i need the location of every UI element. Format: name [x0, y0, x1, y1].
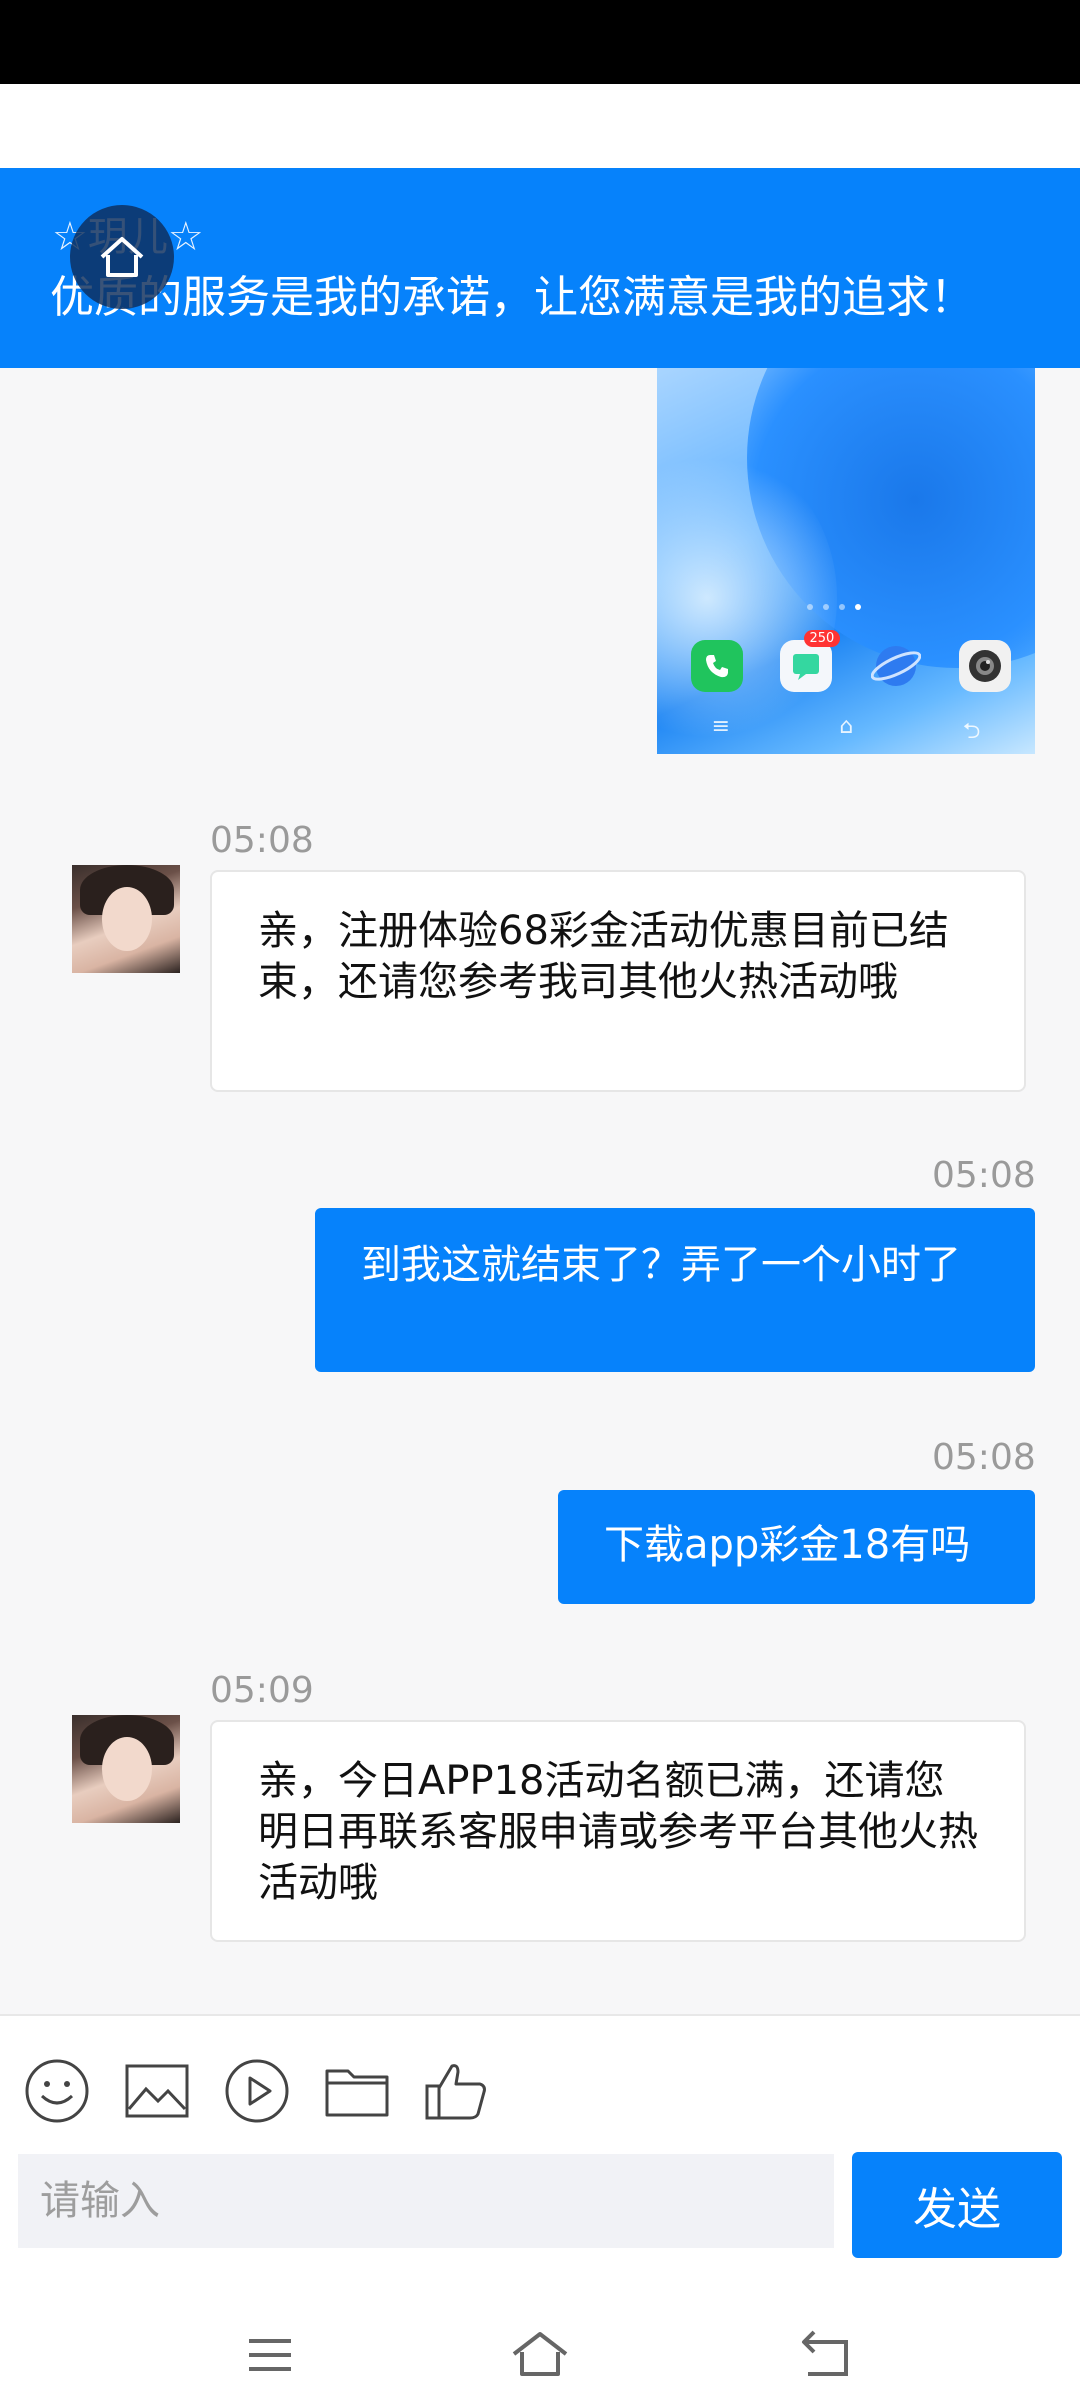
app-dock: 250 — [691, 630, 1011, 692]
composer-toolbar — [24, 2058, 490, 2124]
system-nav-bar — [0, 2300, 1080, 2408]
header-slogan: 优质的服务是我的承诺，让您满意是我的追求！ — [50, 272, 974, 323]
image-icon — [125, 2064, 189, 2118]
message-timestamp: 05:09 — [210, 1670, 314, 1711]
home-nav-button[interactable] — [500, 2320, 580, 2390]
message-timestamp: 05:08 — [932, 1155, 1036, 1196]
shared-screenshot-image[interactable]: 250 ≡ ⌂ ⮌ — [657, 368, 1035, 754]
menu-icon — [249, 2339, 291, 2371]
home-button[interactable] — [70, 205, 174, 309]
incoming-message-bubble: 亲，今日APP18活动名额已满，还请您明日再联系客服申请或参考平台其他火热活动哦 — [210, 1720, 1026, 1942]
recents-button[interactable] — [230, 2320, 310, 2390]
status-bar — [0, 0, 1080, 84]
thumbs-up-icon — [425, 2064, 486, 2120]
browser-app-icon — [870, 640, 922, 692]
agent-avatar[interactable] — [72, 865, 180, 973]
incoming-message-bubble: 亲，注册体验68彩金活动优惠目前已结束，还请您参考我司其他火热活动哦 — [210, 870, 1026, 1092]
file-button[interactable] — [324, 2058, 390, 2124]
message-timestamp: 05:08 — [210, 820, 314, 861]
outgoing-message-bubble: 到我这就结束了？弄了一个小时了 — [315, 1208, 1035, 1372]
camera-app-icon — [958, 640, 1011, 692]
agent-avatar[interactable] — [72, 1715, 180, 1823]
home-icon — [100, 237, 144, 277]
home-icon — [512, 2332, 568, 2376]
back-icon: ⮌ — [962, 719, 981, 744]
notification-badge: 250 — [803, 630, 841, 647]
emoji-icon — [25, 2059, 89, 2123]
messages-app-icon: 250 — [780, 630, 841, 692]
phone-app-icon — [691, 640, 743, 692]
menu-icon: ≡ — [711, 714, 731, 739]
message-input[interactable] — [18, 2154, 834, 2248]
image-button[interactable] — [124, 2058, 190, 2124]
back-icon — [802, 2330, 848, 2376]
back-button[interactable] — [786, 2320, 866, 2390]
folder-icon — [325, 2069, 389, 2117]
emoji-button[interactable] — [24, 2058, 90, 2124]
mini-nav-bar: ≡ ⌂ ⮌ — [657, 714, 1035, 752]
message-timestamp: 05:08 — [932, 1437, 1036, 1478]
page-indicator — [807, 604, 861, 610]
like-button[interactable] — [424, 2058, 490, 2124]
send-button[interactable]: 发送 — [852, 2152, 1062, 2258]
video-icon — [225, 2059, 289, 2123]
video-button[interactable] — [224, 2058, 290, 2124]
top-spacer — [0, 84, 1080, 168]
home-icon: ⌂ — [839, 714, 854, 739]
outgoing-message-bubble: 下载app彩金18有吗 — [558, 1490, 1035, 1604]
